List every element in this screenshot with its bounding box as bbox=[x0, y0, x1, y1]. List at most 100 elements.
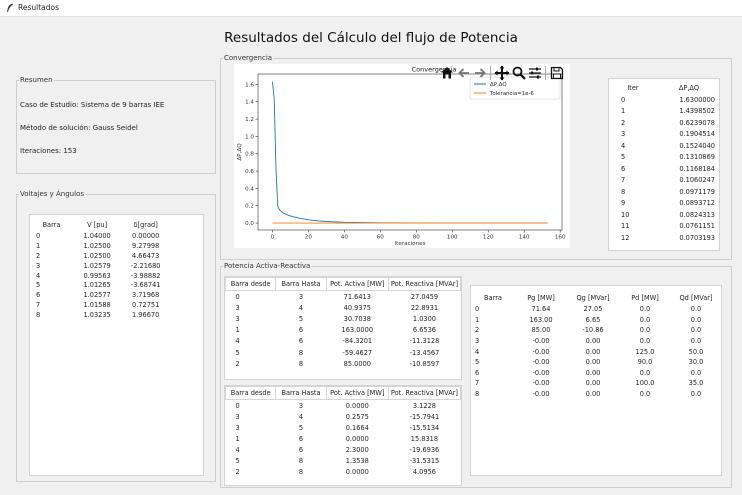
bus-table-row[interactable]: 4 -0.00 0.00 125.0 50.0 bbox=[471, 346, 721, 357]
voltajes-table-row[interactable]: 5 1.01265 -3.68741 bbox=[30, 280, 170, 290]
flows-losses-table-cell: 4.0956 bbox=[412, 467, 436, 476]
bus-table-row[interactable]: 3 -0.00 0.00 0.0 0.0 bbox=[471, 336, 721, 347]
voltajes-table-row[interactable]: 1 1.02500 9.27998 bbox=[30, 241, 170, 251]
bus-table-row[interactable]: 6 -0.00 0.00 0.0 0.0 bbox=[471, 368, 721, 379]
flows-losses-table-cell: 3.1228 bbox=[412, 401, 436, 410]
iteration-table-row[interactable]: 5 0.1310869 bbox=[609, 152, 721, 164]
x-tick-label: 60 bbox=[377, 235, 385, 241]
voltajes-table-header[interactable]: V [pu] bbox=[73, 219, 121, 231]
flows-losses-table-row[interactable]: 3 4 0.2575 -15.7941 bbox=[226, 411, 461, 422]
flows-forward-table-row[interactable]: 3 5 30.7038 1.0300 bbox=[226, 313, 461, 324]
iteration-table-header[interactable]: ΔP,ΔQ bbox=[657, 82, 721, 94]
voltajes-table-cell: 4 bbox=[36, 271, 41, 280]
flows-forward-table-row[interactable]: 5 8 -59.4627 -13.4567 bbox=[226, 347, 461, 358]
iteration-table-cell: 0.0893712 bbox=[679, 199, 715, 208]
flows-losses-table-row[interactable]: 3 5 0.1664 -15.5134 bbox=[226, 422, 461, 433]
flows-forward-table-cell: 8 bbox=[298, 359, 304, 368]
iteration-table-row[interactable]: 2 0.6239078 bbox=[609, 117, 721, 129]
flows-forward-table-cell: 3 bbox=[298, 292, 304, 301]
bus-table-cell: -0.00 bbox=[532, 337, 550, 346]
bus-table-header[interactable]: Qg [MVar] bbox=[567, 292, 619, 304]
voltajes-table: Barra V [pu] δ[grad] 0 1.04000 0.00000 1 1.025… bbox=[30, 219, 170, 320]
flows-losses-table-header[interactable]: Pot. Reactiva [MVAr] bbox=[387, 386, 462, 400]
voltajes-table-row[interactable]: 3 1.02579 -2.21680 bbox=[30, 261, 170, 271]
flows-losses-table-row[interactable]: 0 3 0.0000 3.1228 bbox=[226, 400, 461, 412]
pan-icon[interactable] bbox=[494, 65, 510, 81]
zoom-icon[interactable] bbox=[512, 66, 526, 80]
iteration-table-row[interactable]: 9 0.0893712 bbox=[609, 198, 721, 210]
flows-forward-table-header[interactable]: Barra Hasta bbox=[275, 277, 327, 291]
flows-losses-table-panel[interactable]: Barra desde Barra Hasta Pot. Activa [MW] Po… bbox=[224, 385, 462, 486]
bus-table-row[interactable]: 2 85.00 -10.86 0.0 0.0 bbox=[471, 325, 721, 336]
iteration-table-row[interactable]: 1 1.4398502 bbox=[609, 106, 721, 118]
iteration-table-row[interactable]: 0 1.6300000 bbox=[609, 94, 721, 106]
voltajes-table-row[interactable]: 2 1.02500 4.66473 bbox=[30, 251, 170, 261]
flows-losses-table-cell: -15.5134 bbox=[409, 423, 440, 432]
voltajes-table-cell: 0.00000 bbox=[132, 231, 160, 240]
flows-losses-table-row[interactable]: 4 6 2.3000 -19.6936 bbox=[226, 444, 461, 455]
flows-forward-table-cell: 3 bbox=[235, 303, 240, 312]
caso-estudio-label: Caso de Estudio: Sistema de 9 barras IEE bbox=[20, 101, 165, 109]
voltajes-table-row[interactable]: 7 1.01588 0.72751 bbox=[30, 300, 170, 310]
flows-losses-table-header[interactable]: Barra Hasta bbox=[275, 386, 327, 400]
bus-table-row[interactable]: 0 71.64 27.05 0.0 0.0 bbox=[471, 304, 721, 315]
bus-table-header[interactable]: Qd [MVar] bbox=[671, 292, 721, 304]
iteration-table-row[interactable]: 10 0.0824313 bbox=[609, 209, 721, 221]
voltajes-table-row[interactable]: 6 1.02577 3.71968 bbox=[30, 290, 170, 300]
voltajes-table-panel[interactable]: Barra V [pu] δ[grad] 0 1.04000 0.00000 1 1.025… bbox=[29, 214, 204, 476]
bus-table-header[interactable]: Barra bbox=[471, 292, 515, 304]
flows-losses-table-cell: 3 bbox=[235, 412, 240, 421]
voltajes-table-row[interactable]: 4 0.99563 -3.98882 bbox=[30, 271, 170, 281]
iteration-table-header[interactable]: Iter bbox=[609, 82, 657, 94]
iteration-table-cell: 1.6300000 bbox=[679, 95, 715, 104]
flows-forward-table-row[interactable]: 3 4 40.9375 22.8931 bbox=[226, 302, 461, 313]
bus-table-row[interactable]: 7 -0.00 0.00 100.0 35.0 bbox=[471, 378, 721, 389]
home-icon[interactable] bbox=[440, 66, 454, 80]
flows-forward-table-row[interactable]: 2 8 85.0000 -10.8597 bbox=[226, 358, 461, 369]
bus-table-cell: 30.0 bbox=[688, 358, 704, 367]
voltajes-table-row[interactable]: 0 1.04000 0.00000 bbox=[30, 231, 170, 241]
iteration-table-cell: 0.6239078 bbox=[679, 118, 715, 127]
voltajes-table-header[interactable]: δ[grad] bbox=[121, 219, 170, 231]
voltajes-table-header[interactable]: Barra bbox=[30, 219, 73, 231]
bus-table-panel[interactable]: Barra Pg [MW] Qg [MVar] Pd [MW] Qd [MVar] 0 7… bbox=[470, 285, 722, 476]
flows-forward-table-header[interactable]: Barra desde bbox=[224, 277, 277, 291]
iteration-table-row[interactable]: 12 0.0703193 bbox=[609, 232, 721, 244]
iteration-table-row[interactable]: 6 0.1168184 bbox=[609, 163, 721, 175]
voltajes-table-cell: 1.01588 bbox=[83, 301, 111, 310]
flows-losses-table-header[interactable]: Barra desde bbox=[224, 386, 277, 400]
flows-forward-table-header[interactable]: Pot. Activa [MW] bbox=[325, 277, 389, 291]
voltajes-table-row[interactable]: 8 1.03235 1.96670 bbox=[30, 310, 170, 320]
iteration-table-cell: 0.0971179 bbox=[679, 187, 715, 196]
flows-losses-table-cell: 8 bbox=[298, 456, 304, 465]
flows-forward-table-cell: 1.0300 bbox=[412, 314, 436, 323]
bus-table-header[interactable]: Pg [MW] bbox=[515, 292, 567, 304]
flows-losses-table-header[interactable]: Pot. Activa [MW] bbox=[325, 386, 389, 400]
flows-forward-table-row[interactable]: 1 6 163.0000 6.6536 bbox=[226, 325, 461, 336]
bus-table-row[interactable]: 1 163.00 6.65 0.0 0.0 bbox=[471, 315, 721, 326]
bus-table-header[interactable]: Pd [MW] bbox=[619, 292, 671, 304]
flows-forward-table-row[interactable]: 0 3 71.6413 27.0459 bbox=[226, 291, 461, 303]
bus-table-row[interactable]: 5 -0.00 0.00 90.0 30.0 bbox=[471, 357, 721, 368]
configure-subplots-icon[interactable] bbox=[528, 66, 542, 80]
back-arrow-icon[interactable] bbox=[457, 66, 471, 80]
bus-table-row[interactable]: 8 -0.00 0.00 0.0 0.0 bbox=[471, 389, 721, 400]
iteration-table-row[interactable]: 8 0.0971179 bbox=[609, 186, 721, 198]
flows-forward-table-panel[interactable]: Barra desde Barra Hasta Pot. Activa [MW] Po… bbox=[224, 276, 462, 380]
flows-forward-table-row[interactable]: 4 6 -84.3201 -11.3128 bbox=[226, 336, 461, 347]
iteration-table-row[interactable]: 7 0.1060247 bbox=[609, 175, 721, 187]
iteration-table-row[interactable]: 4 0.1524040 bbox=[609, 140, 721, 152]
iteration-table-panel[interactable]: Iter ΔP,ΔQ 0 1.6300000 1 1.4398502 2 0.6239078… bbox=[608, 78, 720, 251]
flows-losses-table-row[interactable]: 5 8 1.3538 -31.5315 bbox=[226, 455, 461, 466]
forward-arrow-icon[interactable] bbox=[473, 66, 487, 80]
save-icon[interactable] bbox=[550, 66, 564, 80]
flows-losses-table-cell: 0.0000 bbox=[345, 434, 369, 443]
flows-losses-table-row[interactable]: 1 6 0.0000 15.8318 bbox=[226, 433, 461, 444]
flows-forward-table-header[interactable]: Pot. Reactiva [MVAr] bbox=[387, 277, 462, 291]
flows-forward-table-cell: 4 bbox=[235, 337, 240, 346]
flows-forward-table-cell: 2 bbox=[235, 359, 240, 368]
iteration-table-row[interactable]: 3 0.1904514 bbox=[609, 129, 721, 141]
bus-table-cell: 90.0 bbox=[637, 358, 653, 367]
flows-losses-table-row[interactable]: 2 8 0.0000 4.0956 bbox=[226, 466, 461, 477]
iteration-table-row[interactable]: 11 0.0761151 bbox=[609, 221, 721, 233]
